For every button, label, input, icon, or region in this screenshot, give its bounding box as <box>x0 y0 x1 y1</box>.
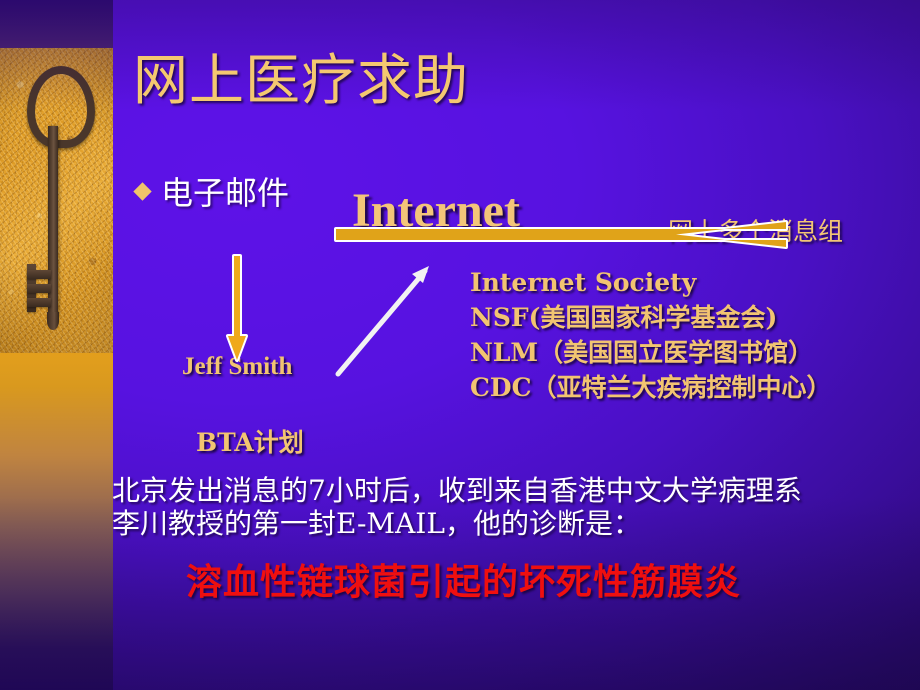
program-label: BTA计划 <box>196 428 304 457</box>
organization-list: Internet Society NSF(美国国家科学基金会) NLM（美国国立… <box>470 265 831 405</box>
sidebar-decoration <box>0 0 113 690</box>
internet-heading: Internet <box>352 184 520 237</box>
bullet-item-label: 电子邮件 <box>161 174 290 212</box>
narrative-line: 李川教授的第一封E-MAIL，他的诊断是： <box>112 507 641 540</box>
newsgroups-label: 网上多个消息组 <box>668 217 844 246</box>
diagnosis-text: 溶血性链球菌引起的坏死性筋膜炎 <box>186 561 742 603</box>
organization-item: NLM（美国国立医学图书馆） <box>470 338 814 367</box>
antique-key-photo <box>0 48 113 353</box>
photo-vignette <box>0 48 113 353</box>
organization-item: NSF(美国国家科学基金会) <box>470 303 778 332</box>
organization-item: Internet Society <box>470 268 697 297</box>
presentation-slide: 网上医疗求助 电子邮件 Internet 网上多个消息组 Internet So… <box>0 0 920 690</box>
narrative-text: 北京发出消息的7小时后，收到来自香港中文大学病理系 李川教授的第一封E-MAIL… <box>112 474 802 540</box>
organization-item: CDC（亚特兰大疾病控制中心） <box>470 373 832 402</box>
bullet-item-email: 电子邮件 <box>133 168 290 214</box>
person-label: Jeff Smith <box>182 353 293 380</box>
narrative-line: 北京发出消息的7小时后，收到来自香港中文大学病理系 <box>112 474 802 507</box>
page-title: 网上医疗求助 <box>133 48 470 112</box>
diamond-bullet-icon <box>133 181 152 201</box>
